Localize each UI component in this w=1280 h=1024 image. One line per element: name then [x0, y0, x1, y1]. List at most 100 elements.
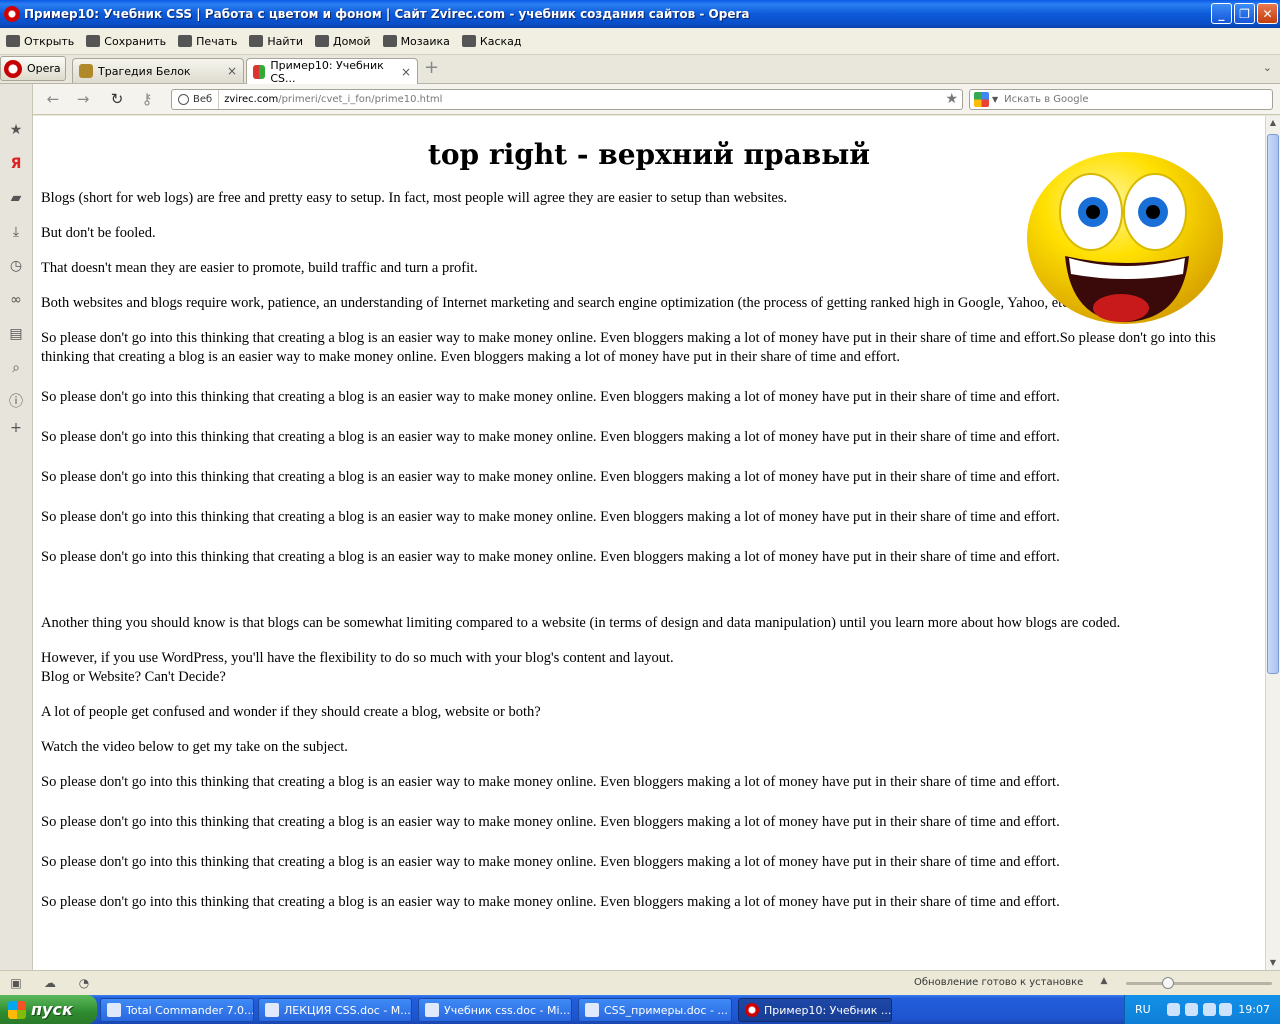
scroll-down-arrow-icon[interactable]: ▼ — [1266, 956, 1280, 970]
tab-list-arrow-icon[interactable]: ⌄ — [1263, 61, 1272, 74]
find-button[interactable]: Найти — [249, 35, 303, 48]
search-engine-dropdown-icon[interactable]: ▼ — [992, 95, 998, 104]
disk-icon — [86, 35, 101, 47]
taskbar-item-lecture-doc[interactable]: ЛЕКЦИЯ CSS.doc - M... — [258, 998, 412, 1022]
tab-close-icon[interactable]: × — [227, 64, 237, 78]
panel-toggle-icon[interactable]: ▣ — [8, 976, 24, 990]
minimize-button[interactable]: _ — [1211, 3, 1232, 24]
downloads-icon[interactable]: ⤓ — [8, 224, 24, 240]
cascade-icon — [461, 35, 476, 47]
folder-icon — [6, 35, 20, 47]
open-button[interactable]: Открыть — [6, 35, 74, 48]
opera-logo-icon — [4, 59, 22, 78]
tab-close-icon[interactable]: × — [401, 65, 411, 79]
history-clock-icon[interactable]: ◷ — [8, 258, 24, 274]
url-path: /primeri/cvet_i_fon/prime10.html — [278, 94, 443, 105]
window-titlebar: Пример10: Учебник CSS | Работа с цветом … — [0, 0, 1280, 28]
links-icon[interactable]: ∞ — [8, 292, 24, 308]
scroll-thumb[interactable] — [1267, 134, 1279, 674]
maximize-button[interactable]: ❐ — [1234, 3, 1255, 24]
cascade-button[interactable]: Каскад — [461, 35, 522, 48]
task-label: Total Commander 7.0... — [126, 1003, 254, 1017]
repeat-paragraph: So please don't go into this thinking th… — [41, 389, 1060, 405]
zoom-slider-knob[interactable] — [1162, 977, 1174, 989]
paragraph: Watch the video below to get my take on … — [41, 739, 348, 755]
search-field[interactable]: ▼ — [969, 89, 1273, 110]
save-button[interactable]: Сохранить — [86, 35, 166, 48]
repeat-paragraph: So please don't go into this thinking th… — [41, 774, 1060, 790]
reload-icon[interactable]: ↻ — [107, 90, 127, 108]
tab-example10[interactable]: Пример10: Учебник CS... × — [246, 58, 418, 85]
repeat-paragraph: So please don't go into this thinking th… — [41, 814, 1060, 830]
cloud-unite-icon[interactable]: ☁ — [42, 976, 58, 990]
taskbar-item-tutorial-doc[interactable]: Учебник css.doc - Mi... — [418, 998, 572, 1022]
repeat-paragraph: So please don't go into this thinking th… — [41, 549, 1060, 565]
home-button[interactable]: Домой — [315, 35, 371, 48]
search-input[interactable] — [1004, 94, 1255, 105]
word-icon — [585, 1003, 599, 1017]
add-panel-icon[interactable]: + — [8, 420, 24, 436]
bookmarks-star-icon[interactable]: ★ — [8, 122, 24, 138]
antivirus-icon[interactable] — [1219, 1003, 1232, 1016]
google-icon[interactable] — [974, 92, 989, 107]
expand-arrow-icon[interactable]: ▲ — [1096, 976, 1112, 990]
volume-icon[interactable] — [1203, 1003, 1216, 1016]
start-button[interactable]: пуск — [0, 995, 97, 1024]
back-arrow-icon[interactable]: ← — [43, 90, 63, 108]
find-label: Найти — [267, 34, 304, 48]
squirrel-icon — [79, 64, 93, 78]
yandex-icon[interactable]: Я — [8, 156, 24, 172]
windows-icon[interactable]: ▤ — [8, 326, 24, 342]
home-icon — [315, 35, 330, 47]
tray-arrow-icon[interactable] — [1167, 1003, 1180, 1016]
printer-icon — [178, 35, 193, 47]
magnifier-icon — [249, 35, 264, 47]
notes-icon[interactable]: ▰ — [8, 190, 24, 206]
vertical-scrollbar[interactable]: ▲ ▼ — [1265, 116, 1280, 970]
word-icon — [265, 1003, 279, 1017]
taskbar-item-examples-doc[interactable]: CSS_примеры.doc - ... — [578, 998, 732, 1022]
main-toolbar: Открыть Сохранить Печать Найти Домой Моз… — [0, 28, 1280, 55]
new-tab-button[interactable]: + — [424, 59, 440, 77]
network-icon[interactable] — [1185, 1003, 1198, 1016]
address-field[interactable]: Веб zvirec.com/primeri/cvet_i_fon/prime1… — [171, 89, 963, 110]
print-label: Печать — [196, 34, 238, 48]
opera-menu-button[interactable]: Opera — [0, 56, 66, 81]
tile-button[interactable]: Мозаика — [382, 35, 450, 48]
repeat-paragraph: So please don't go into this thinking th… — [41, 429, 1060, 445]
taskbar-item-total-commander[interactable]: Total Commander 7.0... — [100, 998, 254, 1022]
word-icon — [425, 1003, 439, 1017]
speed-dial-gauge-icon[interactable]: ◔ — [76, 976, 92, 990]
windows-taskbar: пуск Total Commander 7.0... ЛЕКЦИЯ CSS.d… — [0, 995, 1280, 1024]
repeat-paragraph: So please don't go into this thinking th… — [41, 854, 1060, 870]
tab-label: Трагедия Белок — [98, 64, 191, 78]
language-indicator[interactable]: RU — [1135, 1003, 1151, 1016]
status-bar: ▣ ☁ ◔ Обновление готово к установке ▲ — [0, 970, 1280, 995]
forward-arrow-icon[interactable]: → — [73, 90, 93, 108]
repeat-paragraph: So please don't go into this thinking th… — [41, 509, 1060, 525]
taskbar-item-opera[interactable]: Пример10: Учебник ... — [738, 998, 892, 1022]
tab-label: Пример10: Учебник CS... — [270, 58, 384, 85]
page-viewport: top right - верхний правый Blogs (short … — [33, 116, 1265, 970]
tab-tragedy[interactable]: Трагедия Белок × — [72, 58, 244, 83]
zoom-slider[interactable] — [1126, 977, 1272, 989]
scroll-up-arrow-icon[interactable]: ▲ — [1266, 116, 1280, 130]
badge-label: Веб — [193, 94, 213, 105]
key-icon[interactable]: ⚷ — [137, 90, 157, 108]
print-button[interactable]: Печать — [178, 35, 237, 48]
site-favicon-icon — [253, 64, 266, 79]
repeat-paragraph: So please don't go into this thinking th… — [41, 469, 1060, 485]
bookmark-star-icon[interactable]: ★ — [945, 91, 958, 107]
paragraph: However, if you use WordPress, you'll ha… — [41, 649, 1257, 687]
info-icon[interactable]: ⓘ — [8, 394, 24, 410]
opera-menu-label: Opera — [27, 62, 61, 75]
tab-bar: Opera Трагедия Белок × Пример10: Учебник… — [0, 55, 1280, 85]
url-domain: zvirec.com — [224, 94, 279, 105]
open-label: Открыть — [24, 34, 75, 48]
update-status-text[interactable]: Обновление готово к установке — [914, 977, 1083, 988]
close-button[interactable]: ✕ — [1257, 3, 1278, 24]
url-text[interactable]: zvirec.com/primeri/cvet_i_fon/prime10.ht… — [219, 94, 442, 105]
security-badge[interactable]: Веб — [172, 90, 220, 109]
paragraph: A lot of people get confused and wonder … — [41, 704, 541, 720]
search-icon[interactable]: ⌕ — [8, 360, 24, 376]
